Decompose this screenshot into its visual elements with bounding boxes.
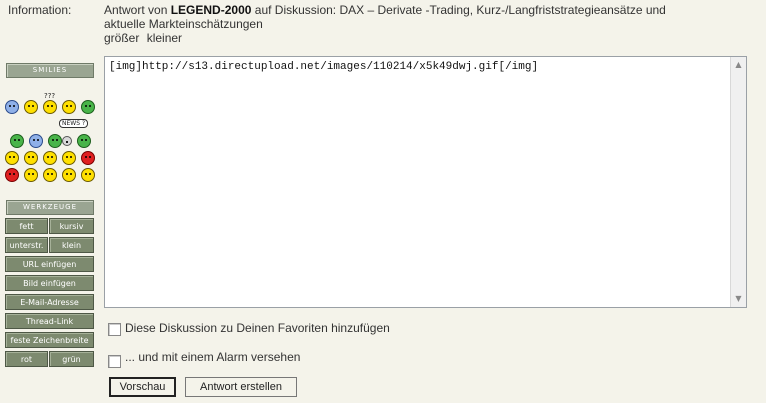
thread-link-button[interactable]: Thread-Link: [5, 313, 94, 329]
information-label: Information:: [8, 3, 72, 17]
preview-button[interactable]: Vorschau: [109, 377, 176, 397]
smiley-angry-icon[interactable]: [81, 151, 95, 165]
smiley-small-icon[interactable]: [62, 136, 72, 146]
smiley-mad-icon[interactable]: [5, 168, 19, 182]
scroll-up-icon[interactable]: ▲: [731, 57, 746, 73]
smiley-grin2-icon[interactable]: [81, 168, 95, 182]
italic-button[interactable]: kursiv: [49, 218, 94, 234]
bold-button[interactable]: fett: [5, 218, 48, 234]
textarea-content: [img]http://s13.directupload.net/images/…: [109, 61, 539, 73]
smiley-alien-icon[interactable]: [77, 134, 91, 148]
smiley-cool-icon[interactable]: [62, 100, 76, 114]
textarea-scrollbar[interactable]: ▲ ▼: [730, 57, 746, 307]
author-name: LEGEND-2000: [170, 3, 252, 17]
reply-prefix: Antwort von: [104, 3, 168, 17]
red-color-button[interactable]: rot: [5, 351, 48, 367]
smiley-shocked-icon[interactable]: [5, 151, 19, 165]
smiley-sunglasses-icon[interactable]: [81, 100, 95, 114]
favorite-checkbox[interactable]: [108, 323, 121, 336]
font-smaller-link[interactable]: kleiner: [147, 31, 182, 45]
smiley-happy-icon[interactable]: [43, 151, 57, 165]
discussion-title: auf Diskussion: DAX – Derivate -Trading,…: [254, 3, 666, 17]
email-button[interactable]: E-Mail-Adresse: [5, 294, 94, 310]
insert-image-button[interactable]: Bild einfügen: [5, 275, 94, 291]
smiley-sad-icon[interactable]: [5, 100, 19, 114]
smiley-laugh-icon[interactable]: [24, 151, 38, 165]
smilies-grid: ??? NEWS ?: [2, 90, 100, 186]
news-bubble: NEWS ?: [59, 119, 89, 128]
discussion-title-cont: aktuelle Markteinschätzungen: [104, 17, 263, 31]
favorite-label: Diese Diskussion zu Deinen Favoriten hin…: [125, 321, 390, 335]
submit-reply-button[interactable]: Antwort erstellen: [185, 377, 297, 397]
smiley-worried-icon[interactable]: [29, 134, 43, 148]
font-bigger-link[interactable]: größer: [104, 31, 139, 45]
smiley-tongue-icon[interactable]: [43, 168, 57, 182]
smiley-neutral-icon[interactable]: [24, 168, 38, 182]
smiley-wink-icon[interactable]: [62, 151, 76, 165]
alarm-label: ... und mit einem Alarm versehen: [125, 350, 301, 364]
smiley-smile-icon[interactable]: [24, 100, 38, 114]
small-button[interactable]: klein: [49, 237, 94, 253]
tools-header: WERKZEUGE: [6, 200, 94, 215]
smiley-blush-icon[interactable]: [62, 168, 76, 182]
smiley-sick-icon[interactable]: [48, 134, 62, 148]
smiley-confused-icon[interactable]: [43, 100, 57, 114]
discussion-info: Antwort von LEGEND-2000 auf Diskussion: …: [104, 3, 754, 45]
green-color-button[interactable]: grün: [49, 351, 94, 367]
alarm-checkbox[interactable]: [108, 355, 121, 368]
question-marks: ???: [44, 92, 56, 100]
smilies-header: SMILIES: [6, 63, 94, 78]
scroll-down-icon[interactable]: ▼: [731, 291, 746, 307]
smiley-grin-icon[interactable]: [10, 134, 24, 148]
insert-url-button[interactable]: URL einfügen: [5, 256, 94, 272]
fixed-width-button[interactable]: feste Zeichenbreite: [5, 332, 94, 348]
underline-button[interactable]: unterstr.: [5, 237, 48, 253]
reply-textarea[interactable]: [img]http://s13.directupload.net/images/…: [104, 56, 747, 308]
